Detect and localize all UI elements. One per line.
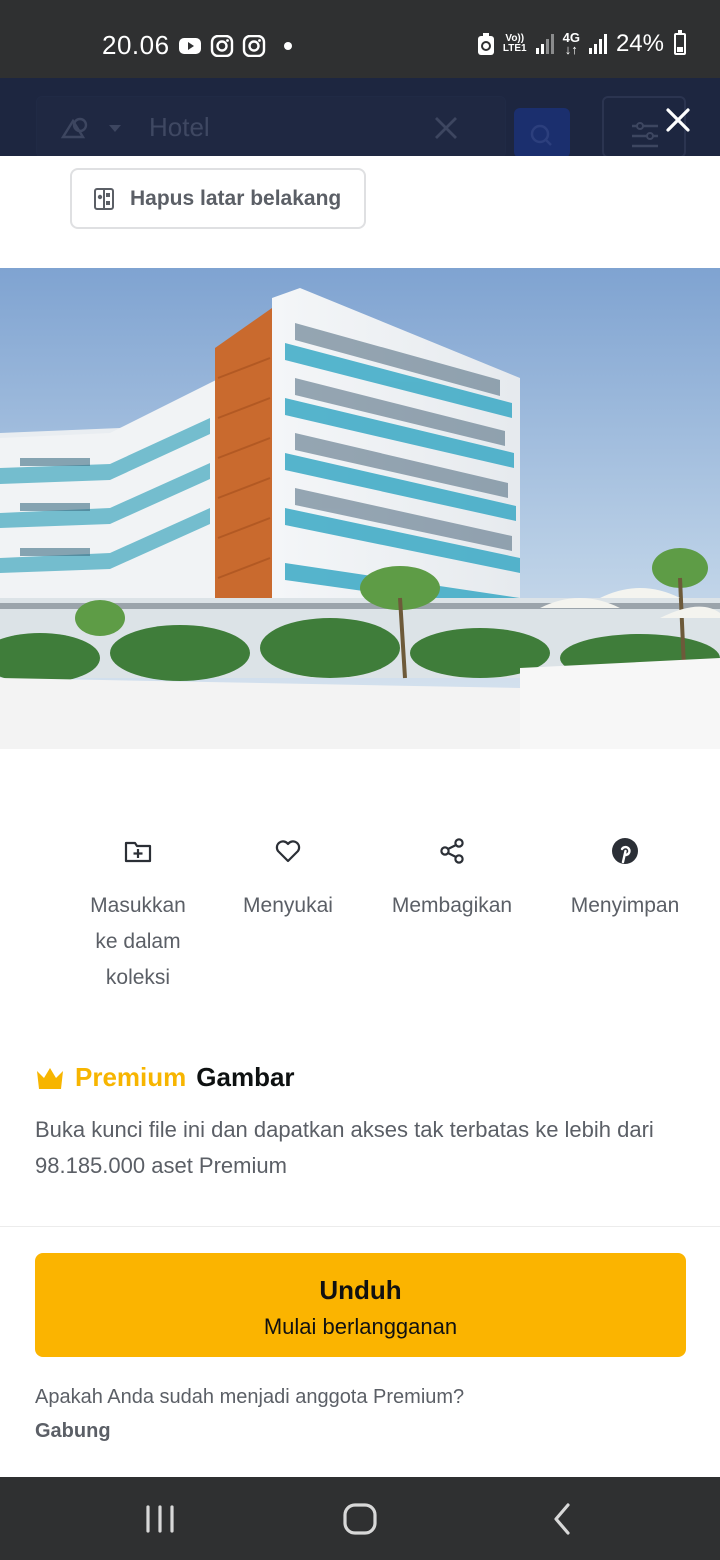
- battery-percent: 24%: [615, 30, 664, 57]
- folder-add-icon: [124, 841, 152, 863]
- close-icon[interactable]: [662, 104, 694, 136]
- divider: [0, 1226, 720, 1227]
- remove-background-icon: [94, 187, 114, 210]
- instagram-icon: [210, 35, 234, 57]
- back-icon[interactable]: [540, 1497, 584, 1541]
- remove-background-label: Hapus latar belakang: [130, 186, 342, 210]
- pinterest-icon: [612, 838, 638, 864]
- save-pinterest-button[interactable]: Menyimpan: [560, 836, 690, 924]
- search-button: [514, 108, 570, 156]
- status-bar: 20.06 Vo)) LTE1 4G ↓↑ 24%: [0, 0, 720, 78]
- battery-icon: [674, 30, 686, 55]
- search-icon: [530, 124, 552, 146]
- notification-icons: [178, 35, 292, 57]
- shapes-icon: [60, 117, 88, 139]
- remove-background-button[interactable]: Hapus latar belakang: [70, 168, 366, 229]
- network-type: 4G ↓↑: [562, 30, 580, 57]
- share-icon: [440, 838, 464, 864]
- search-input: Hotel: [149, 112, 210, 142]
- app-header-overlay: Hotel: [0, 78, 720, 156]
- instagram-icon: [242, 35, 266, 57]
- share-button[interactable]: Membagikan: [380, 836, 524, 924]
- add-to-collection-label: Masukkan ke dalam koleksi: [90, 894, 186, 989]
- more-notifications-dot: [284, 42, 292, 50]
- status-time: 20.06: [102, 30, 170, 60]
- share-label: Membagikan: [391, 894, 513, 917]
- premium-title-word: Gambar: [196, 1062, 295, 1092]
- premium-description: Buka kunci file ini dan dapatkan akses t…: [35, 1117, 654, 1178]
- signal-icon: [535, 34, 554, 54]
- save-pinterest-label: Menyimpan: [570, 894, 680, 917]
- signal-icon: [588, 34, 607, 54]
- recent-apps-icon[interactable]: [138, 1497, 182, 1541]
- like-button[interactable]: Menyukai: [228, 836, 348, 924]
- home-icon[interactable]: [338, 1497, 382, 1541]
- hotel-image: [0, 268, 720, 749]
- system-icons: Vo)) LTE1 4G ↓↑ 24%: [477, 30, 686, 58]
- download-sublabel: Mulai berlangganan: [263, 1314, 458, 1339]
- membership-question: Apakah Anda sudah menjadi anggota Premiu…: [35, 1386, 465, 1408]
- volte-label: Vo)) LTE1: [502, 33, 527, 54]
- youtube-icon: [179, 38, 201, 54]
- recycle-icon: [477, 33, 494, 55]
- premium-badge-word: Premium: [75, 1062, 187, 1092]
- add-to-collection-button[interactable]: Masukkan ke dalam koleksi: [78, 836, 198, 996]
- chevron-down-icon: [109, 125, 121, 132]
- hotel-photo: [0, 268, 720, 749]
- download-button[interactable]: Unduh Mulai berlangganan: [35, 1253, 686, 1357]
- premium-heading: Premium Gambar: [35, 1062, 295, 1093]
- search-bar: Hotel: [36, 96, 506, 156]
- heart-icon: [275, 840, 301, 863]
- system-nav-bar: [0, 1477, 720, 1560]
- crown-icon: [37, 1067, 63, 1089]
- clear-icon: [435, 117, 457, 139]
- download-label: Unduh: [319, 1275, 402, 1305]
- like-label: Menyukai: [243, 894, 333, 917]
- join-link[interactable]: Gabung: [35, 1420, 111, 1443]
